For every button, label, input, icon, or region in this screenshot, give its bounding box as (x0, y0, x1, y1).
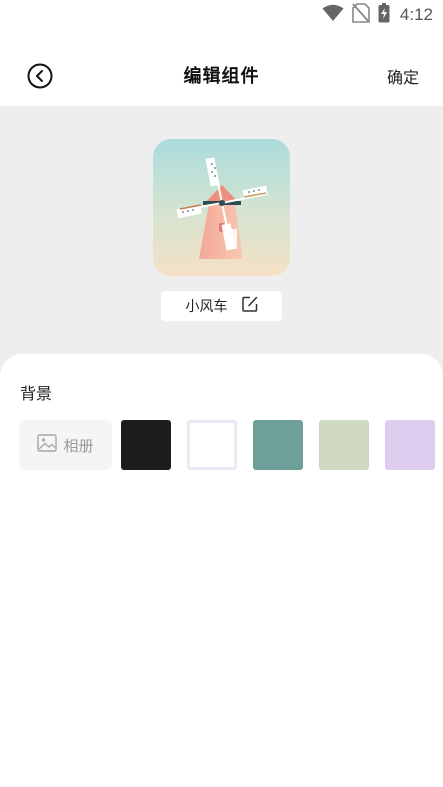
swatch-sage[interactable] (319, 420, 369, 470)
widget-name-label: 小风车 (185, 299, 228, 315)
status-icons: 4:12 (322, 3, 433, 27)
swatch-teal[interactable] (253, 420, 303, 470)
wifi-icon (322, 4, 344, 26)
status-bar: 4:12 (0, 0, 443, 30)
edit-widget-screen: 4:12 编辑组件 确定 小风车 背景 相册 (0, 0, 443, 787)
page-title: 编辑组件 (183, 66, 260, 87)
swatch-black[interactable] (121, 420, 171, 470)
swatch-lavender[interactable] (385, 420, 435, 470)
windmill-illustration (153, 139, 290, 276)
windmill-widget-preview (153, 139, 290, 276)
album-button[interactable]: 相册 (19, 420, 112, 470)
confirm-button[interactable]: 确定 (387, 64, 419, 88)
widget-name-edit[interactable]: 小风车 (161, 291, 282, 321)
no-sim-icon (352, 3, 370, 27)
image-icon (37, 434, 58, 456)
battery-charging-icon (378, 3, 390, 27)
edit-icon (241, 296, 258, 316)
swatch-white[interactable] (187, 420, 237, 470)
background-settings-panel: 背景 相册 (0, 354, 443, 787)
header: 编辑组件 确定 (0, 48, 443, 104)
background-options-row: 相册 (19, 420, 443, 470)
preview-area: 小风车 (0, 106, 443, 386)
status-time: 4:12 (399, 5, 433, 24)
album-label: 相册 (63, 436, 94, 455)
background-section-label: 背景 (20, 384, 53, 403)
